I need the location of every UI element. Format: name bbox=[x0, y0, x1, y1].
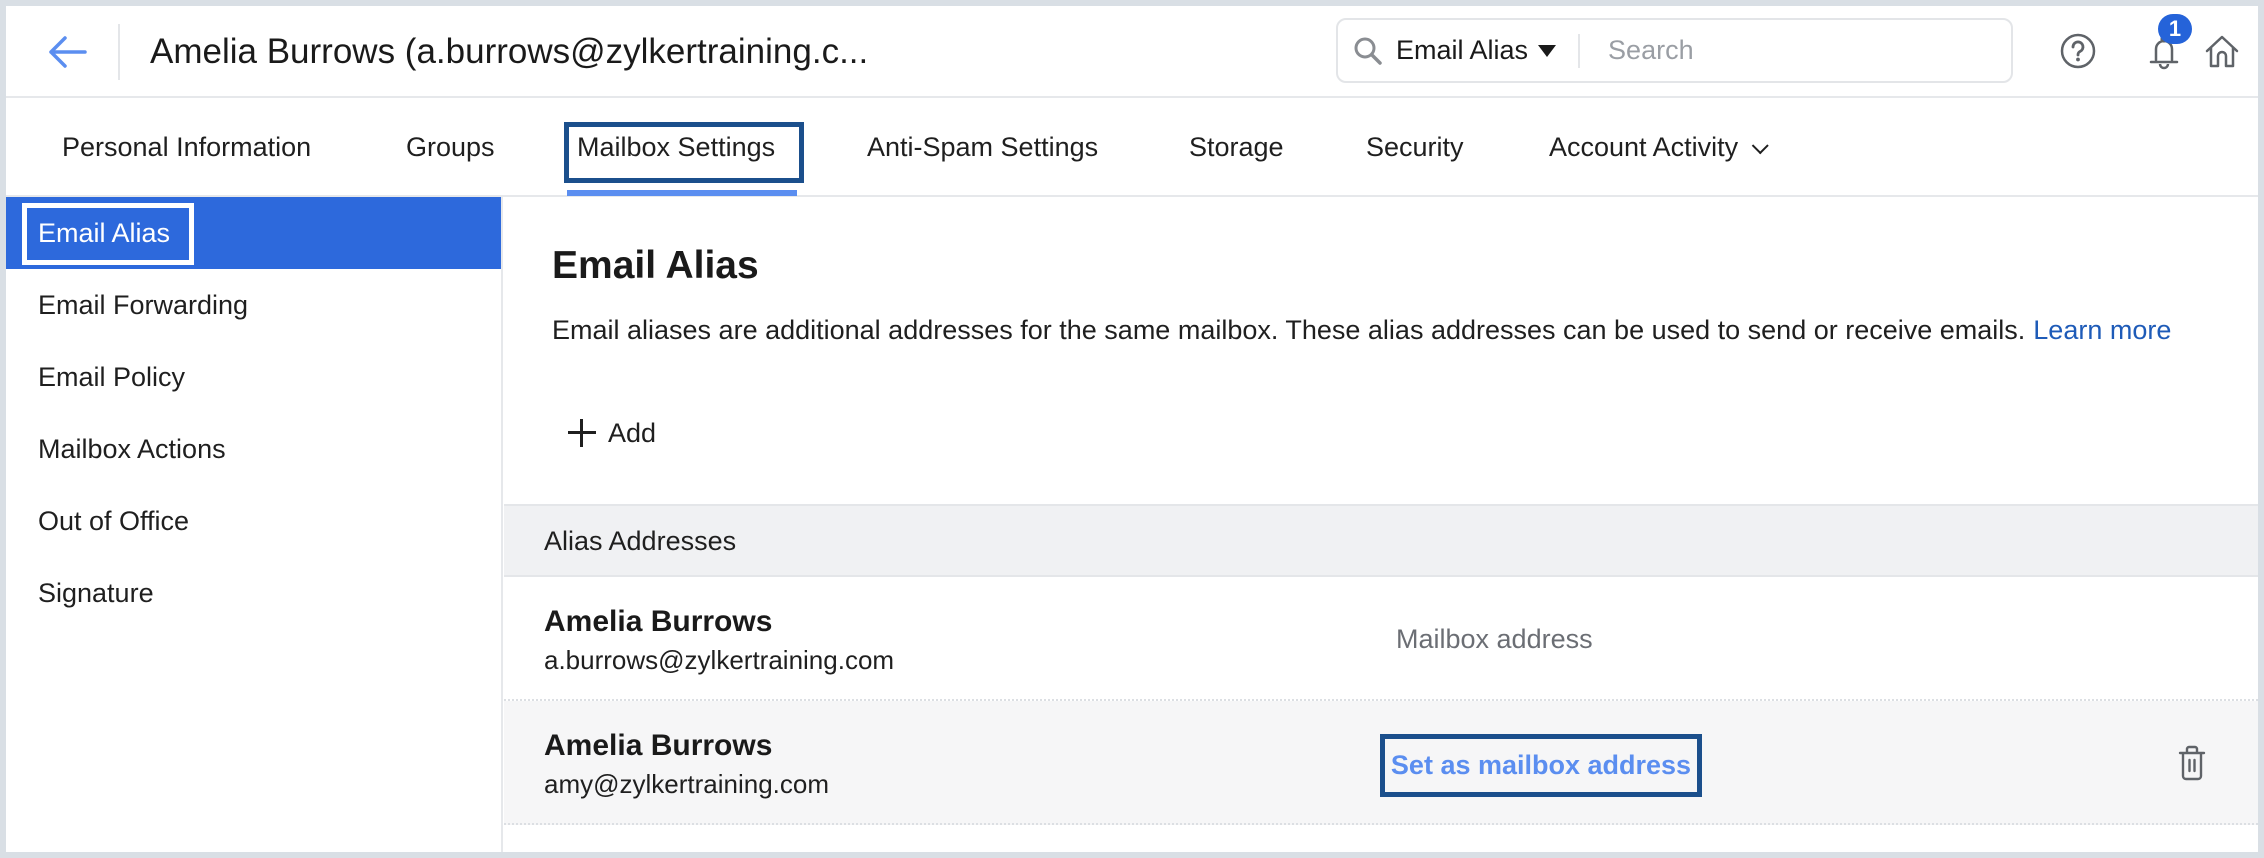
sidebar-item-label: Mailbox Actions bbox=[38, 434, 226, 464]
delete-alias-button[interactable] bbox=[2170, 741, 2214, 785]
back-button[interactable] bbox=[42, 28, 92, 76]
alias-name: Amelia Burrows bbox=[544, 729, 773, 762]
active-tab-indicator bbox=[567, 190, 797, 196]
section-title: Email Alias bbox=[552, 244, 759, 287]
page-title: Amelia Burrows (a.burrows@zylkertraining… bbox=[150, 32, 869, 71]
top-header: Amelia Burrows (a.burrows@zylkertraining… bbox=[6, 6, 2258, 98]
sidebar-item-signature[interactable]: Signature bbox=[6, 557, 501, 629]
section-description: Email aliases are additional addresses f… bbox=[552, 311, 2171, 349]
sidebar-item-label: Signature bbox=[38, 578, 154, 608]
sidebar-item-mailbox-actions[interactable]: Mailbox Actions bbox=[6, 413, 501, 485]
add-label: Add bbox=[608, 417, 657, 448]
tab-storage[interactable]: Storage bbox=[1189, 99, 1284, 195]
table-row: Amelia Burrows amy@zylkertraining.com Se… bbox=[504, 701, 2258, 825]
search-icon bbox=[1352, 35, 1384, 67]
search-scope-label: Email Alias bbox=[1396, 35, 1529, 65]
plus-icon bbox=[568, 419, 596, 447]
sidebar-item-out-of-office[interactable]: Out of Office bbox=[6, 485, 501, 557]
learn-more-link[interactable]: Learn more bbox=[2033, 315, 2171, 345]
alias-table-header: Alias Addresses bbox=[504, 504, 2258, 577]
search-input[interactable] bbox=[1608, 35, 2011, 66]
tab-personal-information[interactable]: Personal Information bbox=[62, 99, 311, 195]
tab-mailbox-settings[interactable]: Mailbox Settings bbox=[577, 99, 775, 195]
mailbox-address-label: Mailbox address bbox=[1396, 624, 1593, 654]
sidebar-item-label: Email Forwarding bbox=[38, 290, 249, 320]
tab-account-activity[interactable]: Account Activity bbox=[1549, 99, 1769, 195]
tab-account-activity-label: Account Activity bbox=[1549, 132, 1739, 162]
caret-down-icon bbox=[1538, 44, 1557, 57]
chevron-down-icon bbox=[1751, 137, 1769, 155]
tab-security[interactable]: Security bbox=[1366, 99, 1464, 195]
app-window: Amelia Burrows (a.burrows@zylkertraining… bbox=[6, 6, 2258, 852]
search-scope-dropdown[interactable]: Email Alias bbox=[1396, 35, 1557, 66]
home-button[interactable] bbox=[2200, 29, 2244, 73]
tab-groups[interactable]: Groups bbox=[406, 99, 495, 195]
alias-email: amy@zylkertraining.com bbox=[544, 769, 830, 799]
description-text: Email aliases are additional addresses f… bbox=[552, 315, 2026, 345]
sidebar: Email Alias Email Forwarding Email Polic… bbox=[6, 197, 503, 852]
sidebar-item-email-policy[interactable]: Email Policy bbox=[6, 341, 501, 413]
sidebar-focus-outline bbox=[22, 203, 194, 265]
search-bar: Email Alias bbox=[1336, 18, 2013, 83]
alias-email: a.burrows@zylkertraining.com bbox=[544, 645, 895, 675]
add-alias-button[interactable]: Add bbox=[568, 411, 656, 455]
set-as-mailbox-address-button[interactable]: Set as mailbox address bbox=[1380, 734, 1702, 797]
alias-name: Amelia Burrows bbox=[544, 605, 773, 638]
column-header-alias-addresses: Alias Addresses bbox=[544, 526, 737, 556]
help-icon bbox=[2060, 33, 2096, 69]
sidebar-item-label: Email Policy bbox=[38, 362, 186, 392]
help-button[interactable] bbox=[2056, 29, 2100, 73]
tab-anti-spam-settings[interactable]: Anti-Spam Settings bbox=[867, 99, 1098, 195]
sidebar-item-email-alias[interactable]: Email Alias bbox=[6, 197, 501, 269]
tab-bar: Personal Information Groups Mailbox Sett… bbox=[6, 99, 2258, 197]
arrow-left-icon bbox=[49, 36, 87, 68]
home-icon bbox=[2205, 35, 2239, 68]
header-divider bbox=[118, 24, 120, 80]
table-row: Amelia Burrows a.burrows@zylkertraining.… bbox=[504, 577, 2258, 701]
search-divider bbox=[1578, 33, 1581, 68]
main-content: Email Alias Email aliases are additional… bbox=[504, 197, 2258, 852]
notification-badge: 1 bbox=[2158, 14, 2192, 44]
sidebar-item-email-forwarding[interactable]: Email Forwarding bbox=[6, 269, 501, 341]
sidebar-item-label: Out of Office bbox=[38, 506, 190, 536]
trash-icon bbox=[2178, 745, 2206, 781]
